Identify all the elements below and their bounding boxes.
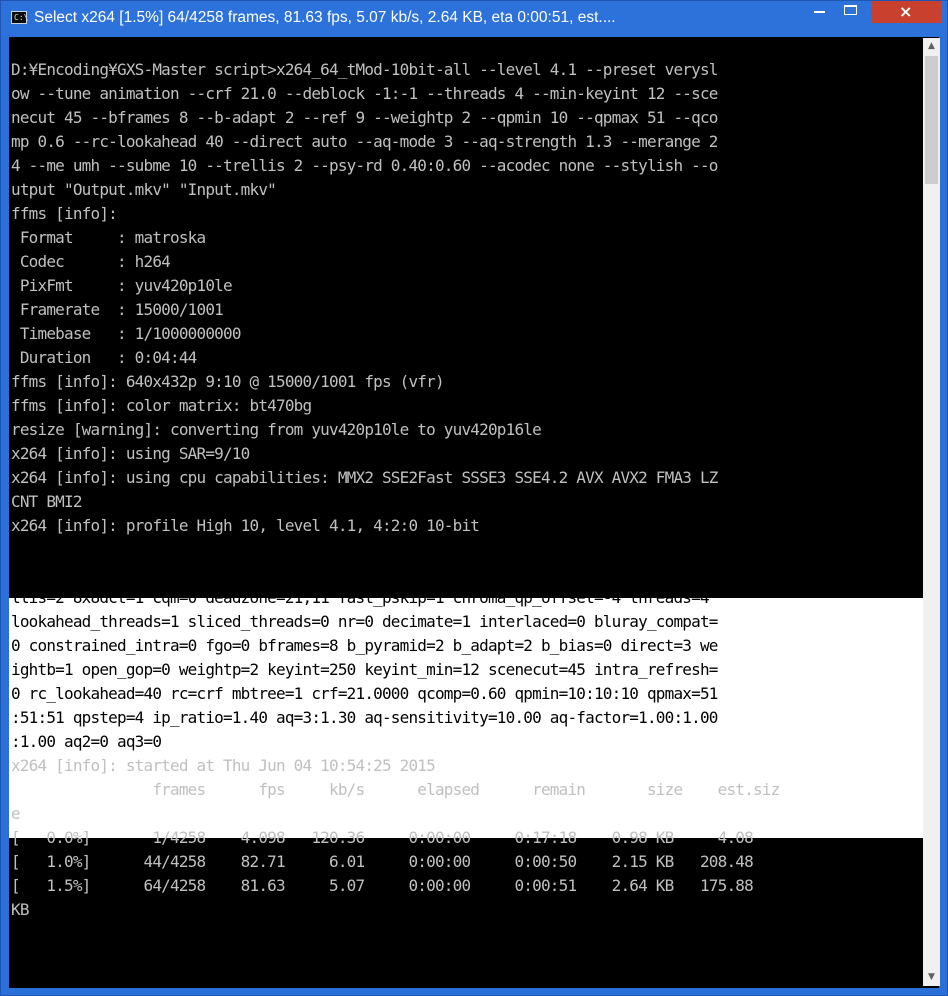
close-icon: ×	[899, 2, 913, 21]
scroll-up-arrow-icon[interactable]: ▲	[923, 38, 940, 55]
minimize-icon	[814, 11, 825, 13]
console-icon[interactable]: C:\	[11, 11, 29, 24]
console-line: 0 constrained_intra=0 fgo=0 bframes=8 b_…	[11, 636, 718, 655]
close-button[interactable]: ×	[871, 1, 941, 23]
vertical-scrollbar[interactable]: ▲ ▼	[923, 38, 940, 986]
console-line: Codec : h264	[11, 252, 171, 271]
maximize-button[interactable]	[836, 1, 866, 23]
console-output[interactable]: D:¥Encoding¥GXS-Master script>x264_64_tM…	[9, 38, 923, 986]
console-line: ow --tune animation --crf 21.0 --deblock…	[11, 84, 718, 103]
console-line: [ 1.5%] 64/4258 81.63 5.07 0:00:00 0:00:…	[11, 876, 754, 895]
console-line: e	[11, 804, 21, 823]
console-line: frames fps kb/s elapsed remain size est.…	[11, 780, 780, 799]
console-line: 0 rc_lookahead=40 rc=crf mbtree=1 crf=21…	[11, 684, 718, 703]
console-line: D:¥Encoding¥GXS-Master script>x264_64_tM…	[11, 60, 718, 79]
console-line: x264 [info]: using SAR=9/10	[11, 444, 250, 463]
console-line: [ 1.0%] 44/4258 82.71 6.01 0:00:00 0:00:…	[11, 852, 754, 871]
console-line: =1 fade_compensate=0.00 psy_rd=0.40:0.60…	[11, 564, 718, 583]
window-title: Select x264 [1.5%] 64/4258 frames, 81.63…	[34, 9, 616, 26]
console-line: PixFmt : yuv420p10le	[11, 276, 233, 295]
console-line: ightb=1 open_gop=0 weightp=2 keyint=250 …	[11, 660, 718, 679]
console-line: mp 0.6 --rc-lookahead 40 --direct auto -…	[11, 132, 718, 151]
console-line: llis=2 8x8dct=1 cqm=0 deadzone=21,11 fas…	[11, 588, 710, 607]
console-line: x264 [info]: profile High 10, level 4.1,…	[11, 516, 480, 535]
console-line: CNT BMI2	[11, 492, 82, 511]
console-line: ffms [info]: color matrix: bt470bg	[11, 396, 312, 415]
console-line: resize [warning]: converting from yuv420…	[11, 420, 542, 439]
console-line: Duration : 0:04:44	[11, 348, 197, 367]
console-line: Timebase : 1/1000000000	[11, 324, 242, 343]
console-line: ffms [info]:	[11, 204, 118, 223]
console-line: [ 0.0%] 1/4258 4.098 120.36 0:00:00 0:17…	[11, 828, 754, 847]
console-line: lookahead_threads=1 sliced_threads=0 nr=…	[11, 612, 718, 631]
console-line: utput "Output.mkv" "Input.mkv"	[11, 180, 277, 199]
console-line: x264 [info]: started at Thu Jun 04 10:54…	[11, 756, 436, 775]
console-line: ffms [info]: 640x432p 9:10 @ 15000/1001 …	[11, 372, 445, 391]
console-line: x264 [info]: cabac=1 ref=9 deblock=1:-1:…	[11, 540, 718, 559]
console-line: x264 [info]: using cpu capabilities: MMX…	[11, 468, 718, 487]
maximize-icon	[844, 5, 857, 15]
console-line: 4 --me umh --subme 10 --trellis 2 --psy-…	[11, 156, 718, 175]
console-line: :51:51 qpstep=4 ip_ratio=1.40 aq=3:1.30 …	[11, 708, 718, 727]
title-bar[interactable]: C:\ Select x264 [1.5%] 64/4258 frames, 8…	[1, 1, 947, 37]
scroll-down-arrow-icon[interactable]: ▼	[923, 969, 940, 986]
console-line: necut 45 --bframes 8 --b-adapt 2 --ref 9…	[11, 108, 718, 127]
console-window: C:\ Select x264 [1.5%] 64/4258 frames, 8…	[0, 0, 948, 996]
console-icon-glyph: C:\	[14, 13, 29, 22]
scrollbar-thumb[interactable]	[925, 56, 938, 184]
console-line: KB	[11, 900, 29, 919]
minimize-button[interactable]	[803, 1, 836, 23]
console-line: Framerate : 15000/1001	[11, 300, 224, 319]
console-line: :1.00 aq2=0 aq3=0	[11, 732, 162, 751]
console-line: Format : matroska	[11, 228, 206, 247]
